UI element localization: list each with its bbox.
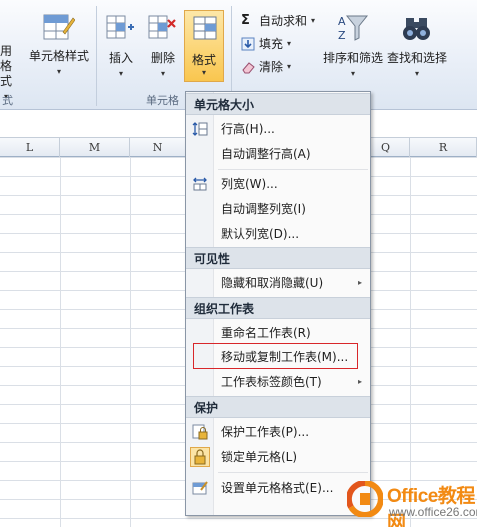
format-dropdown-menu: 单元格大小 行高(H)... 自动调整行高(A) 列宽(W)... 自动调整列宽…: [185, 91, 371, 516]
svg-text:Z: Z: [338, 29, 346, 42]
menu-section-organize-sheets: 组织工作表: [186, 297, 370, 319]
autosum-button[interactable]: Σ 自动求和 ▾: [241, 12, 315, 29]
binoculars-icon: [402, 14, 432, 42]
insert-cells-icon: [106, 14, 136, 42]
gridline: [130, 157, 131, 527]
menu-section-cell-size: 单元格大小: [186, 93, 370, 115]
column-width-icon: [192, 176, 208, 192]
delete-cells-icon: [148, 14, 178, 42]
highlight-box: [193, 343, 358, 369]
column-header-l[interactable]: L: [0, 138, 60, 157]
cell-styles-button[interactable]: 单元格样式 ▾: [28, 49, 90, 79]
format-button[interactable]: 格式 ▾: [184, 10, 224, 82]
fill-down-icon: [241, 37, 255, 51]
menu-item-autofit-column-width[interactable]: 自动调整列宽(I): [186, 197, 370, 221]
menu-item-lock-cell[interactable]: 锁定单元格(L): [186, 445, 370, 469]
menu-separator: [218, 472, 368, 473]
group-label-cells: 单元格: [146, 94, 179, 107]
svg-text:A: A: [338, 15, 346, 28]
office-logo-icon: [345, 479, 384, 518]
menu-item-autofit-row-height[interactable]: 自动调整行高(A): [186, 142, 370, 166]
menu-section-protection: 保护: [186, 396, 370, 418]
column-header-r[interactable]: R: [410, 138, 477, 157]
column-header-n[interactable]: N: [130, 138, 186, 157]
group-label-styles-partial: 式: [2, 94, 13, 107]
cell-styles-icon: [43, 12, 76, 42]
menu-item-row-height[interactable]: 行高(H)...: [186, 117, 370, 141]
menu-separator: [218, 169, 368, 170]
menu-item-hide-unhide[interactable]: 隐藏和取消隐藏(U) ▸: [186, 271, 370, 295]
watermark-title: Office教程网: [387, 486, 475, 527]
lock-icon: [190, 447, 210, 467]
gridline: [410, 157, 411, 527]
submenu-arrow-icon: ▸: [357, 278, 362, 287]
sort-filter-button[interactable]: 排序和筛选 ▾: [320, 51, 386, 81]
sigma-icon: Σ: [241, 13, 250, 28]
group-separator: [96, 6, 97, 106]
sort-filter-icon: A Z: [337, 12, 369, 44]
delete-button[interactable]: 删除 ▾: [146, 51, 180, 81]
menu-item-rename-sheet[interactable]: 重命名工作表(R): [186, 321, 370, 345]
format-cells-icon: [192, 480, 208, 496]
column-header-m[interactable]: M: [60, 138, 130, 157]
clear-button[interactable]: 清除 ▾: [241, 58, 291, 75]
office26-watermark: Office教程网 www.office26.com: [345, 477, 477, 527]
watermark-url: www.office26.com: [389, 505, 477, 519]
menu-item-default-width[interactable]: 默认列宽(D)...: [186, 222, 370, 246]
protect-sheet-icon: [192, 424, 208, 440]
menu-item-format-cells[interactable]: 设置单元格格式(E)...: [186, 476, 370, 500]
insert-button[interactable]: 插入 ▾: [104, 51, 138, 81]
submenu-arrow-icon: ▸: [357, 377, 362, 386]
find-select-button[interactable]: 查找和选择 ▾: [384, 51, 450, 81]
fill-button[interactable]: 填充 ▾: [241, 35, 291, 52]
menu-item-column-width[interactable]: 列宽(W)...: [186, 172, 370, 196]
gridline: [60, 157, 61, 527]
eraser-icon: [241, 60, 255, 74]
menu-item-protect-sheet[interactable]: 保护工作表(P)...: [186, 420, 370, 444]
menu-section-visibility: 可见性: [186, 247, 370, 269]
row-height-icon: [192, 121, 208, 137]
format-icon: [193, 16, 217, 40]
menu-item-tab-color[interactable]: 工作表标签颜色(T) ▸: [186, 370, 370, 394]
